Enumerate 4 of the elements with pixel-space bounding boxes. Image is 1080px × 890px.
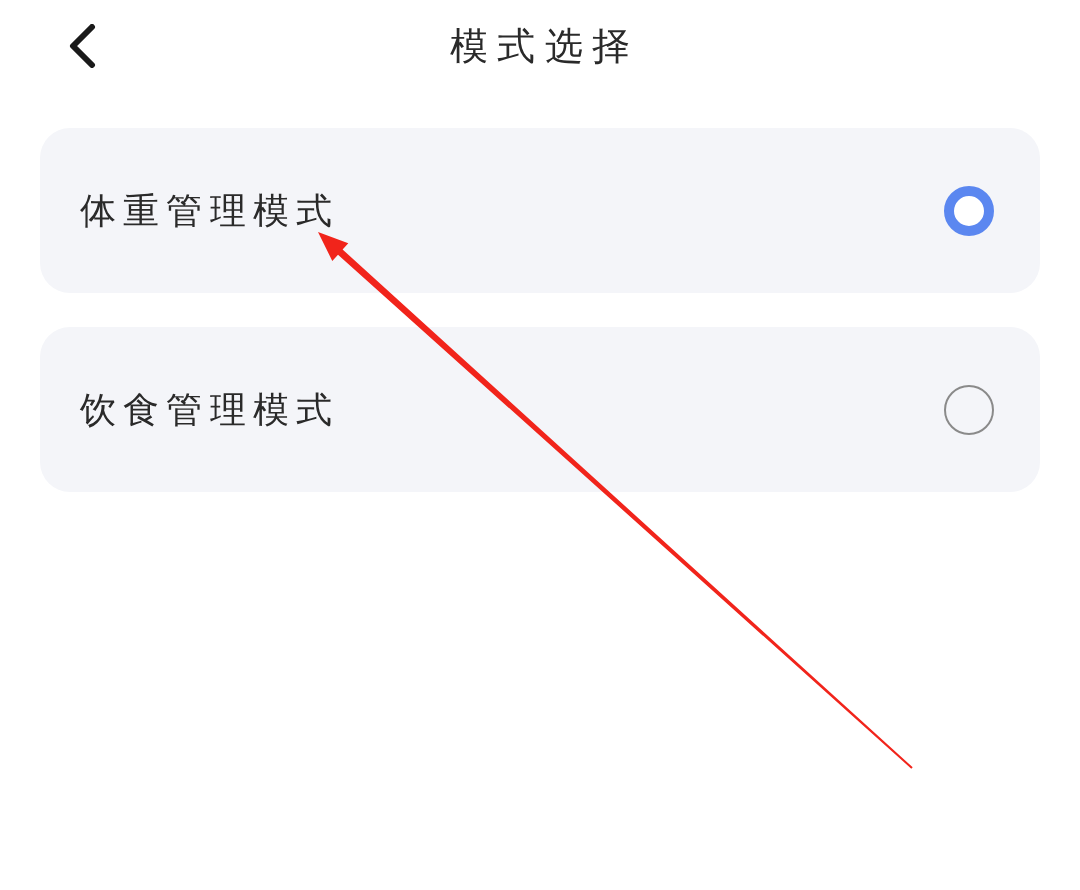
mode-option[interactable]: 饮食管理模式 xyxy=(40,327,1040,492)
page-title: 模式选择 xyxy=(448,22,640,70)
chevron-left-icon xyxy=(68,24,96,68)
mode-option[interactable]: 体重管理模式 xyxy=(40,128,1040,293)
